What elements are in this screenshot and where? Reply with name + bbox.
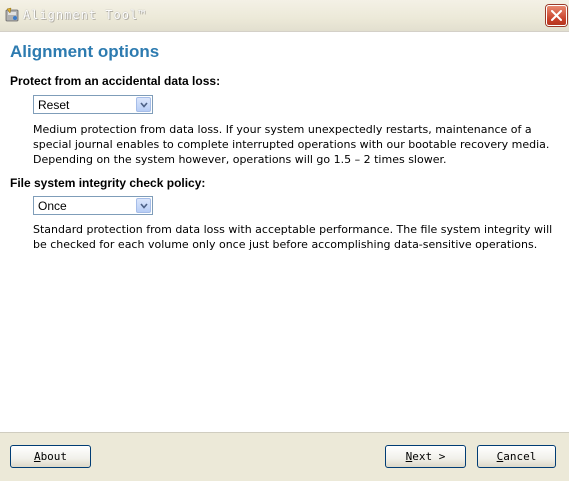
alignment-tool-icon: [4, 7, 20, 23]
close-button[interactable]: [546, 5, 567, 26]
integrity-select[interactable]: Once: [33, 196, 153, 215]
title-bar[interactable]: Alignment Tool™: [0, 0, 569, 32]
protection-label: Protect from an accidental data loss:: [10, 74, 221, 88]
about-button[interactable]: About: [10, 445, 91, 468]
dropdown-arrow[interactable]: [136, 198, 151, 213]
integrity-label: File system integrity check policy:: [10, 176, 206, 190]
protection-description: Medium protection from data loss. If you…: [33, 122, 553, 167]
description-line: Medium protection from data loss. If you…: [33, 123, 532, 136]
dropdown-arrow[interactable]: [136, 97, 151, 112]
next-button[interactable]: Next >: [385, 445, 466, 468]
protection-select[interactable]: Reset: [33, 95, 153, 114]
cancel-button[interactable]: Cancel: [477, 445, 556, 468]
description-line: Depending on the system however, operati…: [33, 153, 447, 166]
page-title: Alignment options: [10, 42, 160, 61]
integrity-select-value: Once: [38, 199, 67, 213]
description-line: be checked for each volume only once jus…: [33, 238, 538, 251]
window-title: Alignment Tool™: [23, 8, 147, 22]
integrity-description: Standard protection from data loss with …: [33, 222, 553, 252]
protection-select-value: Reset: [38, 98, 70, 112]
chevron-down-icon: [140, 203, 148, 209]
footer-bar: About Next > Cancel: [0, 432, 569, 481]
chevron-down-icon: [140, 102, 148, 108]
description-line: special journal enables to complete inte…: [33, 138, 550, 151]
description-line: Standard protection from data loss with …: [33, 223, 553, 236]
close-icon: [551, 10, 562, 21]
